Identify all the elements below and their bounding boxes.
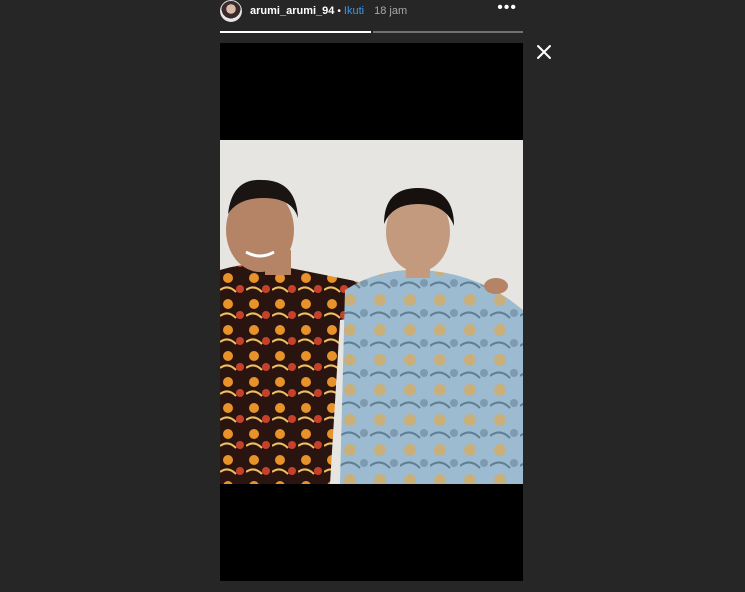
more-options-icon[interactable]: ••• [497, 0, 517, 16]
story-progress [220, 31, 523, 33]
progress-segment-active [220, 31, 371, 33]
follow-button[interactable]: Ikuti [344, 5, 364, 17]
username[interactable]: arumi_arumi_94 [250, 5, 334, 17]
post-time: 18 jam [374, 5, 408, 17]
avatar[interactable] [220, 0, 242, 22]
close-icon[interactable] [535, 43, 553, 61]
separator-dot: • [337, 5, 341, 17]
progress-segment [372, 31, 523, 33]
photo-illustration [220, 140, 523, 484]
story-header: arumi_arumi_94 • Ikuti 18 jam ••• [220, 0, 523, 22]
story-photo [220, 140, 523, 484]
story-frame[interactable] [220, 43, 523, 581]
